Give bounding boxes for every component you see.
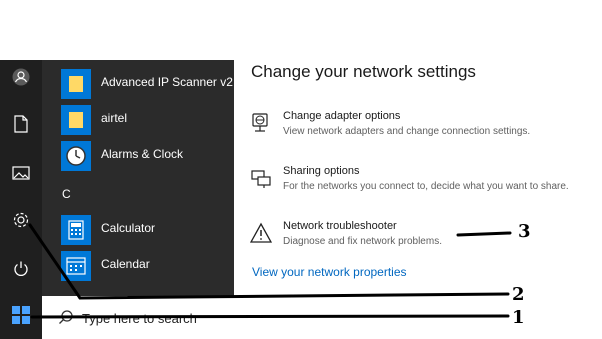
app-label: airtel <box>101 111 128 125</box>
option-description: Diagnose and fix network problems. <box>283 236 442 247</box>
app-label: Calculator <box>101 221 156 235</box>
annotation-label-2: 2 <box>512 284 525 305</box>
folder-icon <box>61 69 91 99</box>
view-network-properties-link[interactable]: View your network properties <box>252 265 407 279</box>
power-icon[interactable] <box>11 259 31 279</box>
list-item[interactable]: Calculator <box>42 212 234 248</box>
option-title: Sharing options <box>283 165 360 177</box>
option-title: Network troubleshooter <box>283 220 397 232</box>
option-description: For the networks you connect to, decide … <box>283 181 569 192</box>
sharing-icon <box>250 167 272 189</box>
start-button[interactable] <box>0 296 42 339</box>
calendar-icon <box>61 251 91 281</box>
clock-icon <box>61 141 91 171</box>
sharing-options[interactable]: Sharing options For the networks you con… <box>250 165 602 201</box>
search-input[interactable] <box>82 309 232 327</box>
windows-logo-icon <box>12 306 30 329</box>
page-title: Change your network settings <box>251 62 476 81</box>
warning-icon <box>249 222 273 244</box>
app-label: Calendar <box>101 257 150 271</box>
section-letter[interactable]: C <box>62 187 71 201</box>
app-list: Advanced IP Scanner v2 airtel Alarms & C… <box>42 60 234 296</box>
network-troubleshooter[interactable]: Network troubleshooter Diagnose and fix … <box>249 220 602 256</box>
search-icon <box>58 309 74 330</box>
folder-icon <box>61 105 91 135</box>
pictures-icon[interactable] <box>11 163 31 183</box>
taskbar-search[interactable] <box>42 296 234 339</box>
list-item[interactable]: Calendar <box>42 248 234 284</box>
list-item[interactable]: airtel <box>42 102 234 138</box>
option-description: View network adapters and change connect… <box>283 126 531 137</box>
annotation-label-1: 1 <box>512 307 525 328</box>
list-item[interactable]: Advanced IP Scanner v2 <box>42 66 234 102</box>
change-adapter-options[interactable]: Change adapter options View network adap… <box>250 110 602 146</box>
document-icon[interactable] <box>11 114 31 134</box>
user-icon[interactable] <box>11 67 31 87</box>
adapter-icon <box>250 112 272 134</box>
app-label: Alarms & Clock <box>101 147 184 161</box>
app-label: Advanced IP Scanner v2 <box>101 75 233 89</box>
list-item[interactable]: Alarms & Clock <box>42 138 234 174</box>
annotation-label-3: 3 <box>518 221 531 242</box>
settings-icon[interactable] <box>11 210 31 230</box>
calculator-icon <box>61 215 91 245</box>
option-title: Change adapter options <box>283 110 401 122</box>
